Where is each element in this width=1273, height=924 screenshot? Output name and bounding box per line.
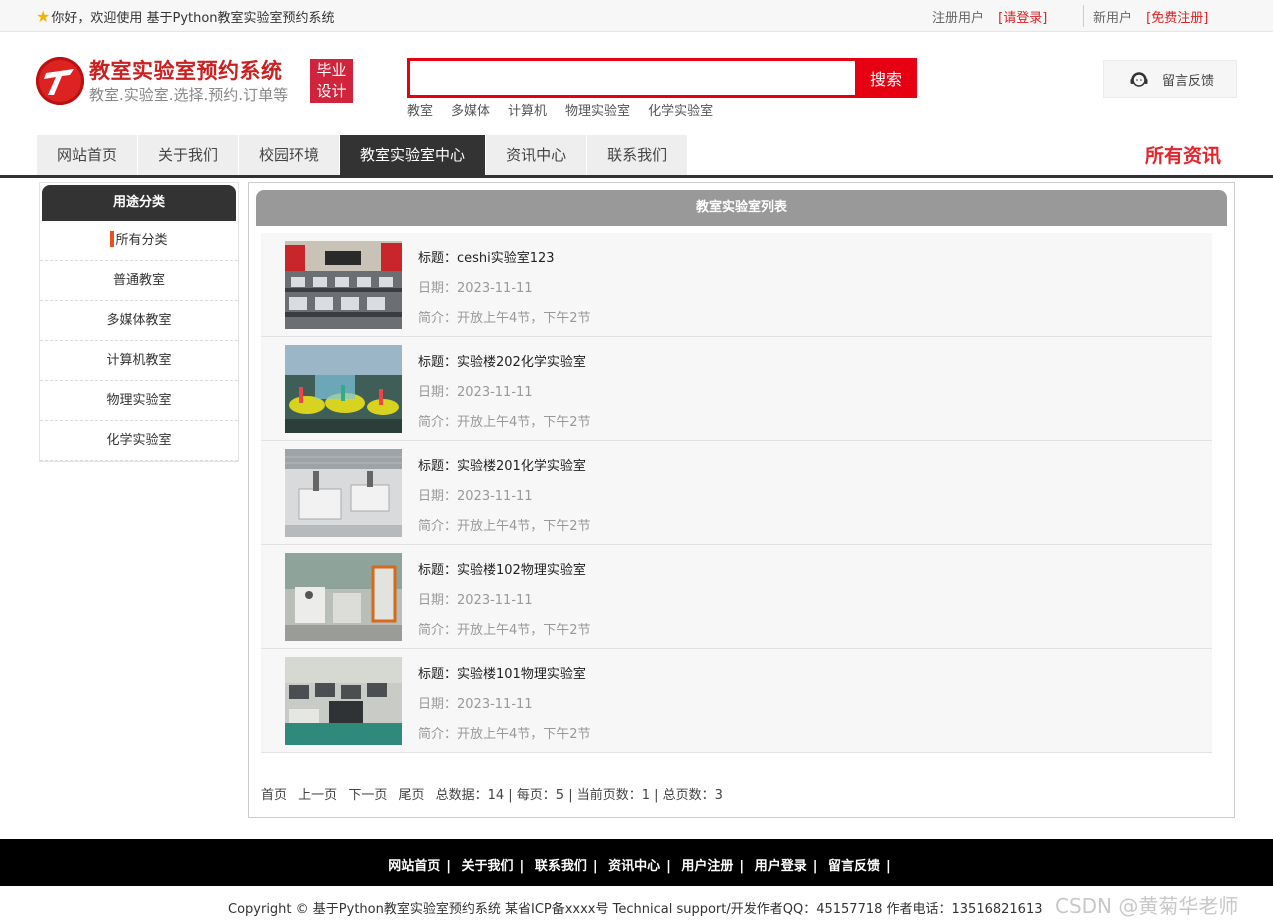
nav-tab-lab-center[interactable]: 教室实验室中心 xyxy=(340,135,486,175)
pager-info: 总数据：14 | 每页：5 | 当前页数：1 | 总页数：3 xyxy=(435,788,723,803)
sidebar-item-normal[interactable]: 普通教室 xyxy=(40,261,238,301)
chemistry-lab-photo[interactable] xyxy=(285,345,402,433)
sidebar-items: 所有分类 普通教室 多媒体教室 计算机教室 物理实验室 化学实验室 xyxy=(40,221,238,461)
footer-bar: 网站首页 | 关于我们 | 联系我们 | 资讯中心 | 用户注册 | 用户登录 | 留言反馈… xyxy=(0,839,1273,886)
register-link[interactable]: [免费注册] xyxy=(1146,11,1208,26)
item-date: 日期：2023-11-11 xyxy=(418,593,533,608)
new-user-label: 新用户 xyxy=(1093,11,1133,26)
item-intro: 简介：开放上午4节，下午2节 xyxy=(418,727,591,742)
registered-user-label: 注册用户 xyxy=(932,11,985,26)
site-title: 教室实验室预约系统 xyxy=(89,59,283,83)
item-title[interactable]: 标题：实验楼201化学实验室 xyxy=(418,455,586,474)
footer-link-register[interactable]: 用户注册 xyxy=(681,859,733,874)
lab-list: 标题：ceshi实验室123 日期：2023-11-11 简介：开放上午4节，下… xyxy=(261,233,1212,753)
item-intro: 简介：开放上午4节，下午2节 xyxy=(418,311,591,326)
nav-tabs: 网站首页 关于我们 校园环境 教室实验室中心 资讯中心 联系我们 xyxy=(37,135,688,175)
chemistry-lab-photo[interactable] xyxy=(285,449,402,537)
item-title[interactable]: 标题：实验楼202化学实验室 xyxy=(418,351,586,370)
list-item[interactable]: 标题：实验楼202化学实验室 日期：2023-11-11 简介：开放上午4节，下… xyxy=(261,337,1212,441)
feedback-button[interactable]: 留言反馈 xyxy=(1103,60,1237,98)
pagination: 首页 上一页 下一页 尾页 总数据：14 | 每页：5 | 当前页数：1 | 总… xyxy=(261,784,723,803)
hot-word-link[interactable]: 教室 xyxy=(407,100,433,119)
watermark: CSDN @黄菊华老师 xyxy=(1055,894,1239,918)
item-date: 日期：2023-11-11 xyxy=(418,281,533,296)
customer-service-icon xyxy=(1130,72,1148,87)
login-block: 注册用户 [请登录] xyxy=(932,7,1047,26)
footer-link-login[interactable]: 用户登录 xyxy=(755,859,807,874)
footer-link-contact[interactable]: 联系我们 xyxy=(535,859,587,874)
nav-underline xyxy=(0,175,1273,178)
footer-link-about[interactable]: 关于我们 xyxy=(462,859,514,874)
item-title[interactable]: 标题：ceshi实验室123 xyxy=(418,247,555,266)
all-news-link[interactable]: 所有资讯 xyxy=(1145,141,1221,168)
computer-lab-photo[interactable] xyxy=(285,241,402,329)
item-title[interactable]: 标题：实验楼102物理实验室 xyxy=(418,559,586,578)
physics-lab-photo[interactable] xyxy=(285,657,402,745)
lab-list-panel: 教室实验室列表 标题：ceshi实验室123 日期：2023-11-11 简介：… xyxy=(248,182,1235,818)
sidebar-item-all[interactable]: 所有分类 xyxy=(40,221,238,261)
register-block: 新用户 [免费注册] xyxy=(1093,7,1208,26)
hot-words: 教室 多媒体 计算机 物理实验室 化学实验室 xyxy=(407,100,731,119)
hot-word-link[interactable]: 物理实验室 xyxy=(565,100,630,119)
pager-first[interactable]: 首页 xyxy=(261,788,287,803)
item-intro: 简介：开放上午4节，下午2节 xyxy=(418,415,591,430)
search-input[interactable] xyxy=(410,61,855,95)
graduation-badge: 毕业 设计 xyxy=(310,59,353,103)
search-box: 搜索 xyxy=(407,58,917,98)
feedback-label: 留言反馈 xyxy=(1162,73,1215,89)
item-intro: 简介：开放上午4节，下午2节 xyxy=(418,623,591,638)
welcome-text: 你好，欢迎使用 基于Python教室实验室预约系统 xyxy=(51,11,335,26)
list-item[interactable]: 标题：实验楼101物理实验室 日期：2023-11-11 简介：开放上午4节，下… xyxy=(261,649,1212,753)
nav-tab-home[interactable]: 网站首页 xyxy=(37,135,138,175)
pager-last[interactable]: 尾页 xyxy=(398,788,424,803)
sidebar-item-chemistry[interactable]: 化学实验室 xyxy=(40,421,238,461)
site-logo[interactable] xyxy=(36,57,84,105)
hot-word-link[interactable]: 计算机 xyxy=(508,100,547,119)
footer-link-home[interactable]: 网站首页 xyxy=(388,859,440,874)
main-nav: 网站首页 关于我们 校园环境 教室实验室中心 资讯中心 联系我们 所有资讯 xyxy=(0,135,1273,178)
badge-line-2: 设计 xyxy=(316,82,347,100)
logo-swoosh-icon xyxy=(44,69,74,95)
divider xyxy=(1083,5,1084,27)
category-sidebar: 用途分类 所有分类 普通教室 多媒体教室 计算机教室 物理实验室 化学实验室 xyxy=(39,182,239,462)
item-date: 日期：2023-11-11 xyxy=(418,385,533,400)
list-title: 教室实验室列表 xyxy=(256,190,1227,226)
item-title[interactable]: 标题：实验楼101物理实验室 xyxy=(418,663,586,682)
site-subtitle: 教室.实验室.选择.预约.订单等 xyxy=(89,86,289,104)
welcome-text-block: ★ 你好，欢迎使用 基于Python教室实验室预约系统 xyxy=(36,7,335,26)
hot-word-link[interactable]: 化学实验室 xyxy=(648,100,713,119)
pager-next[interactable]: 下一页 xyxy=(348,788,387,803)
sidebar-item-computer[interactable]: 计算机教室 xyxy=(40,341,238,381)
footer-links: 网站首页 | 关于我们 | 联系我们 | 资讯中心 | 用户注册 | 用户登录 | 留言反馈… xyxy=(388,859,891,874)
sidebar-item-multimedia[interactable]: 多媒体教室 xyxy=(40,301,238,341)
list-item[interactable]: 标题：实验楼201化学实验室 日期：2023-11-11 简介：开放上午4节，下… xyxy=(261,441,1212,545)
item-date: 日期：2023-11-11 xyxy=(418,489,533,504)
sidebar-title: 用途分类 xyxy=(42,185,236,221)
nav-tab-news[interactable]: 资讯中心 xyxy=(486,135,587,175)
footer-link-feedback[interactable]: 留言反馈 xyxy=(828,859,880,874)
list-item[interactable]: 标题：实验楼102物理实验室 日期：2023-11-11 简介：开放上午4节，下… xyxy=(261,545,1212,649)
sidebar-item-physics[interactable]: 物理实验室 xyxy=(40,381,238,421)
list-item[interactable]: 标题：ceshi实验室123 日期：2023-11-11 简介：开放上午4节，下… xyxy=(261,233,1212,337)
sidebar-item-label: 所有分类 xyxy=(115,233,168,248)
footer-link-news[interactable]: 资讯中心 xyxy=(608,859,660,874)
top-bar: ★ 你好，欢迎使用 基于Python教室实验室预约系统 注册用户 [请登录] 新… xyxy=(0,0,1273,32)
nav-tab-campus[interactable]: 校园环境 xyxy=(239,135,340,175)
pager-prev[interactable]: 上一页 xyxy=(298,788,337,803)
login-link[interactable]: [请登录] xyxy=(998,11,1047,26)
nav-tab-contact[interactable]: 联系我们 xyxy=(587,135,688,175)
physics-lab-photo[interactable] xyxy=(285,553,402,641)
copyright-text: Copyright © 基于Python教室实验室预约系统 某省ICP备xxxx… xyxy=(228,902,1043,917)
hot-word-link[interactable]: 多媒体 xyxy=(451,100,490,119)
active-marker xyxy=(110,231,115,247)
star-icon: ★ xyxy=(36,6,51,26)
badge-line-1: 毕业 xyxy=(316,61,347,79)
item-date: 日期：2023-11-11 xyxy=(418,697,533,712)
search-button[interactable]: 搜索 xyxy=(855,58,917,98)
nav-tab-about[interactable]: 关于我们 xyxy=(138,135,239,175)
item-intro: 简介：开放上午4节，下午2节 xyxy=(418,519,591,534)
